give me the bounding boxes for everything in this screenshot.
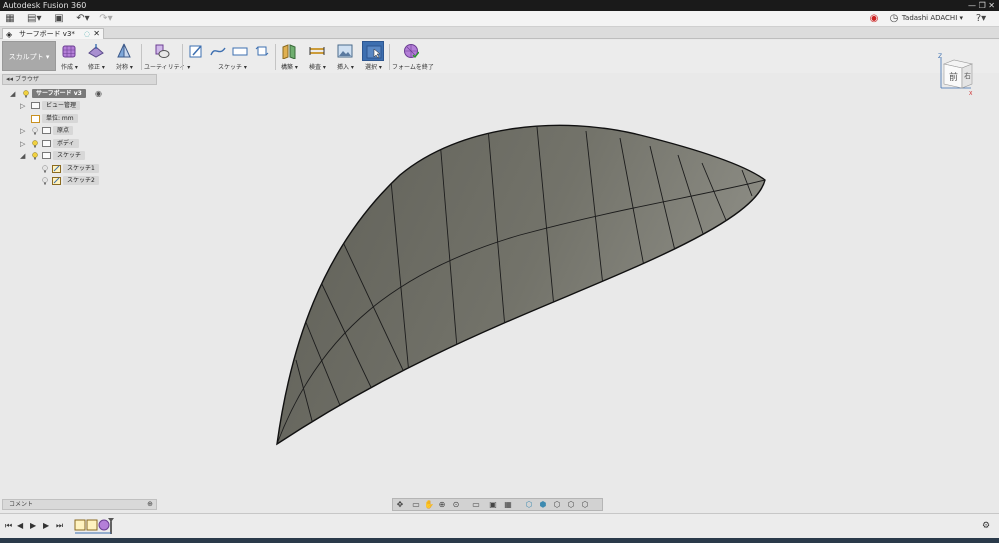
timeline-sketch-icon[interactable] xyxy=(74,519,86,531)
window-title-bar: Autodesk Fusion 360 — ❐ ✕ xyxy=(0,0,999,11)
utilities-group-label: ユーティリティ ▾ xyxy=(144,64,191,71)
select-tool[interactable] xyxy=(362,41,384,61)
sketch-group[interactable]: スケッチ ▾ xyxy=(185,41,273,71)
construct-group[interactable]: 構築 ▾ xyxy=(278,41,302,71)
construct-group-label: 構築 ▾ xyxy=(281,64,298,71)
application-bar: ▦ ▤▾ ▣ ↶▾ ↷▾ ◉ ◷ Tadashi ADACHI ▾ ?▾ xyxy=(0,11,999,27)
toolbar-divider xyxy=(182,44,183,70)
go-to-start-icon[interactable]: ⏮ xyxy=(5,521,12,531)
axis-z-label: Z xyxy=(938,53,942,60)
timeline: ⏮ ◀ ▶ ▶ ⏭ ⚙ xyxy=(0,513,999,538)
display-mode-icon[interactable]: ⬡ xyxy=(580,500,590,510)
sketch-group-label: スケッチ ▾ xyxy=(218,64,247,71)
insert-group[interactable]: 挿入 ▾ xyxy=(334,41,358,71)
select-group-label: 選択 ▾ xyxy=(365,64,382,71)
window-controls[interactable]: — ❐ ✕ xyxy=(968,0,995,11)
toolbar-divider xyxy=(141,44,142,70)
grid-icon[interactable]: ▦ xyxy=(503,500,513,510)
inspect-group-label: 検査 ▾ xyxy=(309,64,326,71)
sync-status-icon: ◌ xyxy=(83,30,90,38)
display-mode-smooth-icon[interactable]: ⬡ xyxy=(552,500,562,510)
project-tool[interactable] xyxy=(251,41,273,71)
orbit-icon[interactable]: ✥ xyxy=(395,500,405,510)
viewcube-front-face[interactable]: 前 xyxy=(949,71,958,83)
close-tab-icon[interactable]: ✕ xyxy=(93,29,100,39)
play-icon[interactable]: ▶ xyxy=(30,521,36,530)
browser-panel-header[interactable]: ◂◂ ブラウザ xyxy=(2,74,157,85)
document-tab-title: サーフボード v3* xyxy=(19,30,75,38)
timeline-sketch-icon[interactable] xyxy=(86,519,98,531)
undo-icon[interactable]: ↶▾ xyxy=(75,13,91,25)
symmetry-group-label: 対称 ▾ xyxy=(116,64,133,71)
step-forward-icon[interactable]: ▶ xyxy=(43,521,49,530)
display-mode-toggle-icon[interactable]: ⬡ xyxy=(566,500,576,510)
select-cursor-icon xyxy=(366,45,382,59)
project-icon xyxy=(255,46,269,56)
toolbar-divider xyxy=(275,44,276,70)
job-status-icon[interactable]: ◷ xyxy=(888,13,900,25)
select-group[interactable]: 選択 ▾ xyxy=(362,41,386,71)
utilities-icon xyxy=(155,44,170,58)
finish-form-label: フォームを終了 xyxy=(392,64,434,71)
toolbar-divider xyxy=(389,44,390,70)
fit-zoom-icon[interactable]: ⊙ xyxy=(451,500,461,510)
modify-group[interactable]: 修正 ▾ xyxy=(85,41,109,71)
sketch-icon xyxy=(189,45,202,58)
create-sketch-tool[interactable] xyxy=(185,41,207,71)
pan-hand-icon[interactable]: ✋ xyxy=(424,500,434,510)
viewcube-right-face[interactable]: 右 xyxy=(964,71,971,80)
zoom-icon[interactable]: ⊕ xyxy=(437,500,447,510)
data-panel-grid-icon[interactable]: ▦ xyxy=(4,13,16,25)
utilities-group[interactable]: ユーティリティ ▾ xyxy=(144,41,190,71)
redo-icon[interactable]: ↷▾ xyxy=(98,13,114,25)
document-tab[interactable]: ◈ サーフボード v3* ◌ ✕ xyxy=(2,28,104,39)
display-mode-box-icon[interactable]: ⬡ xyxy=(524,500,534,510)
display-settings-icon[interactable]: ▭ xyxy=(471,500,481,510)
display-mode-control-frame-icon[interactable]: ⬢ xyxy=(538,500,548,510)
file-menu-icon[interactable]: ▤▾ xyxy=(27,13,41,25)
workspace-switcher[interactable]: スカルプト ▾ xyxy=(2,41,56,71)
symmetry-group[interactable]: 対称 ▾ xyxy=(113,41,137,71)
plane-icon xyxy=(282,44,296,59)
help-icon[interactable]: ?▾ xyxy=(971,13,991,25)
navigation-toolbar: ✥ ▭ ✋ ⊕ ⊙ ▭ ▣ ▦ ⬡ ⬢ ⬡ ⬡ ⬡ xyxy=(392,498,603,511)
window-title: Autodesk Fusion 360 xyxy=(3,1,87,10)
timeline-settings-gear-icon[interactable]: ⚙ xyxy=(982,521,990,531)
add-comment-icon[interactable]: ⊕ xyxy=(147,500,153,509)
timeline-form-icon[interactable] xyxy=(98,519,110,531)
surface-body[interactable] xyxy=(276,124,766,446)
look-at-icon[interactable]: ▭ xyxy=(411,500,421,510)
create-group-label: 作成 ▾ xyxy=(61,64,78,71)
step-back-icon[interactable]: ◀ xyxy=(17,521,23,530)
go-to-end-icon[interactable]: ⏭ xyxy=(56,521,63,531)
record-icon[interactable]: ◉ xyxy=(868,13,880,25)
finish-form-icon xyxy=(404,44,419,59)
document-tab-bar: ◈ サーフボード v3* ◌ ✕ xyxy=(0,27,999,39)
spline-icon xyxy=(210,47,226,56)
viewport-canvas[interactable] xyxy=(0,85,999,495)
save-icon[interactable]: ▣ xyxy=(53,13,65,25)
rectangle-icon xyxy=(232,47,248,56)
inspect-group[interactable]: 検査 ▾ xyxy=(306,41,330,71)
collapse-panel-icon[interactable]: ◂◂ xyxy=(6,75,13,84)
modify-group-label: 修正 ▾ xyxy=(88,64,105,71)
user-account-menu[interactable]: Tadashi ADACHI ▾ xyxy=(902,14,963,22)
symmetry-icon xyxy=(117,43,131,58)
os-taskbar xyxy=(0,538,999,543)
ribbon-toolbar: スカルプト ▾ 作成 ▾ 修正 ▾ 対称 ▾ ユーティリティ ▾ スケッチ ▾ … xyxy=(0,40,999,73)
timeline-features[interactable] xyxy=(74,518,116,536)
visual-style-icon[interactable]: ▣ xyxy=(488,500,498,510)
measure-icon xyxy=(309,47,325,55)
browser-title: ブラウザ xyxy=(15,76,40,83)
document-icon: ◈ xyxy=(6,30,13,39)
insert-group-label: 挿入 ▾ xyxy=(337,64,354,71)
comments-label: コメント xyxy=(9,501,34,508)
box-form-icon xyxy=(62,45,76,58)
create-group[interactable]: 作成 ▾ xyxy=(58,41,82,71)
finish-form-group[interactable]: フォームを終了 xyxy=(392,41,434,71)
comments-panel[interactable]: コメント ⊕ xyxy=(2,499,157,510)
edit-form-icon xyxy=(88,44,104,58)
insert-image-icon xyxy=(337,44,353,58)
